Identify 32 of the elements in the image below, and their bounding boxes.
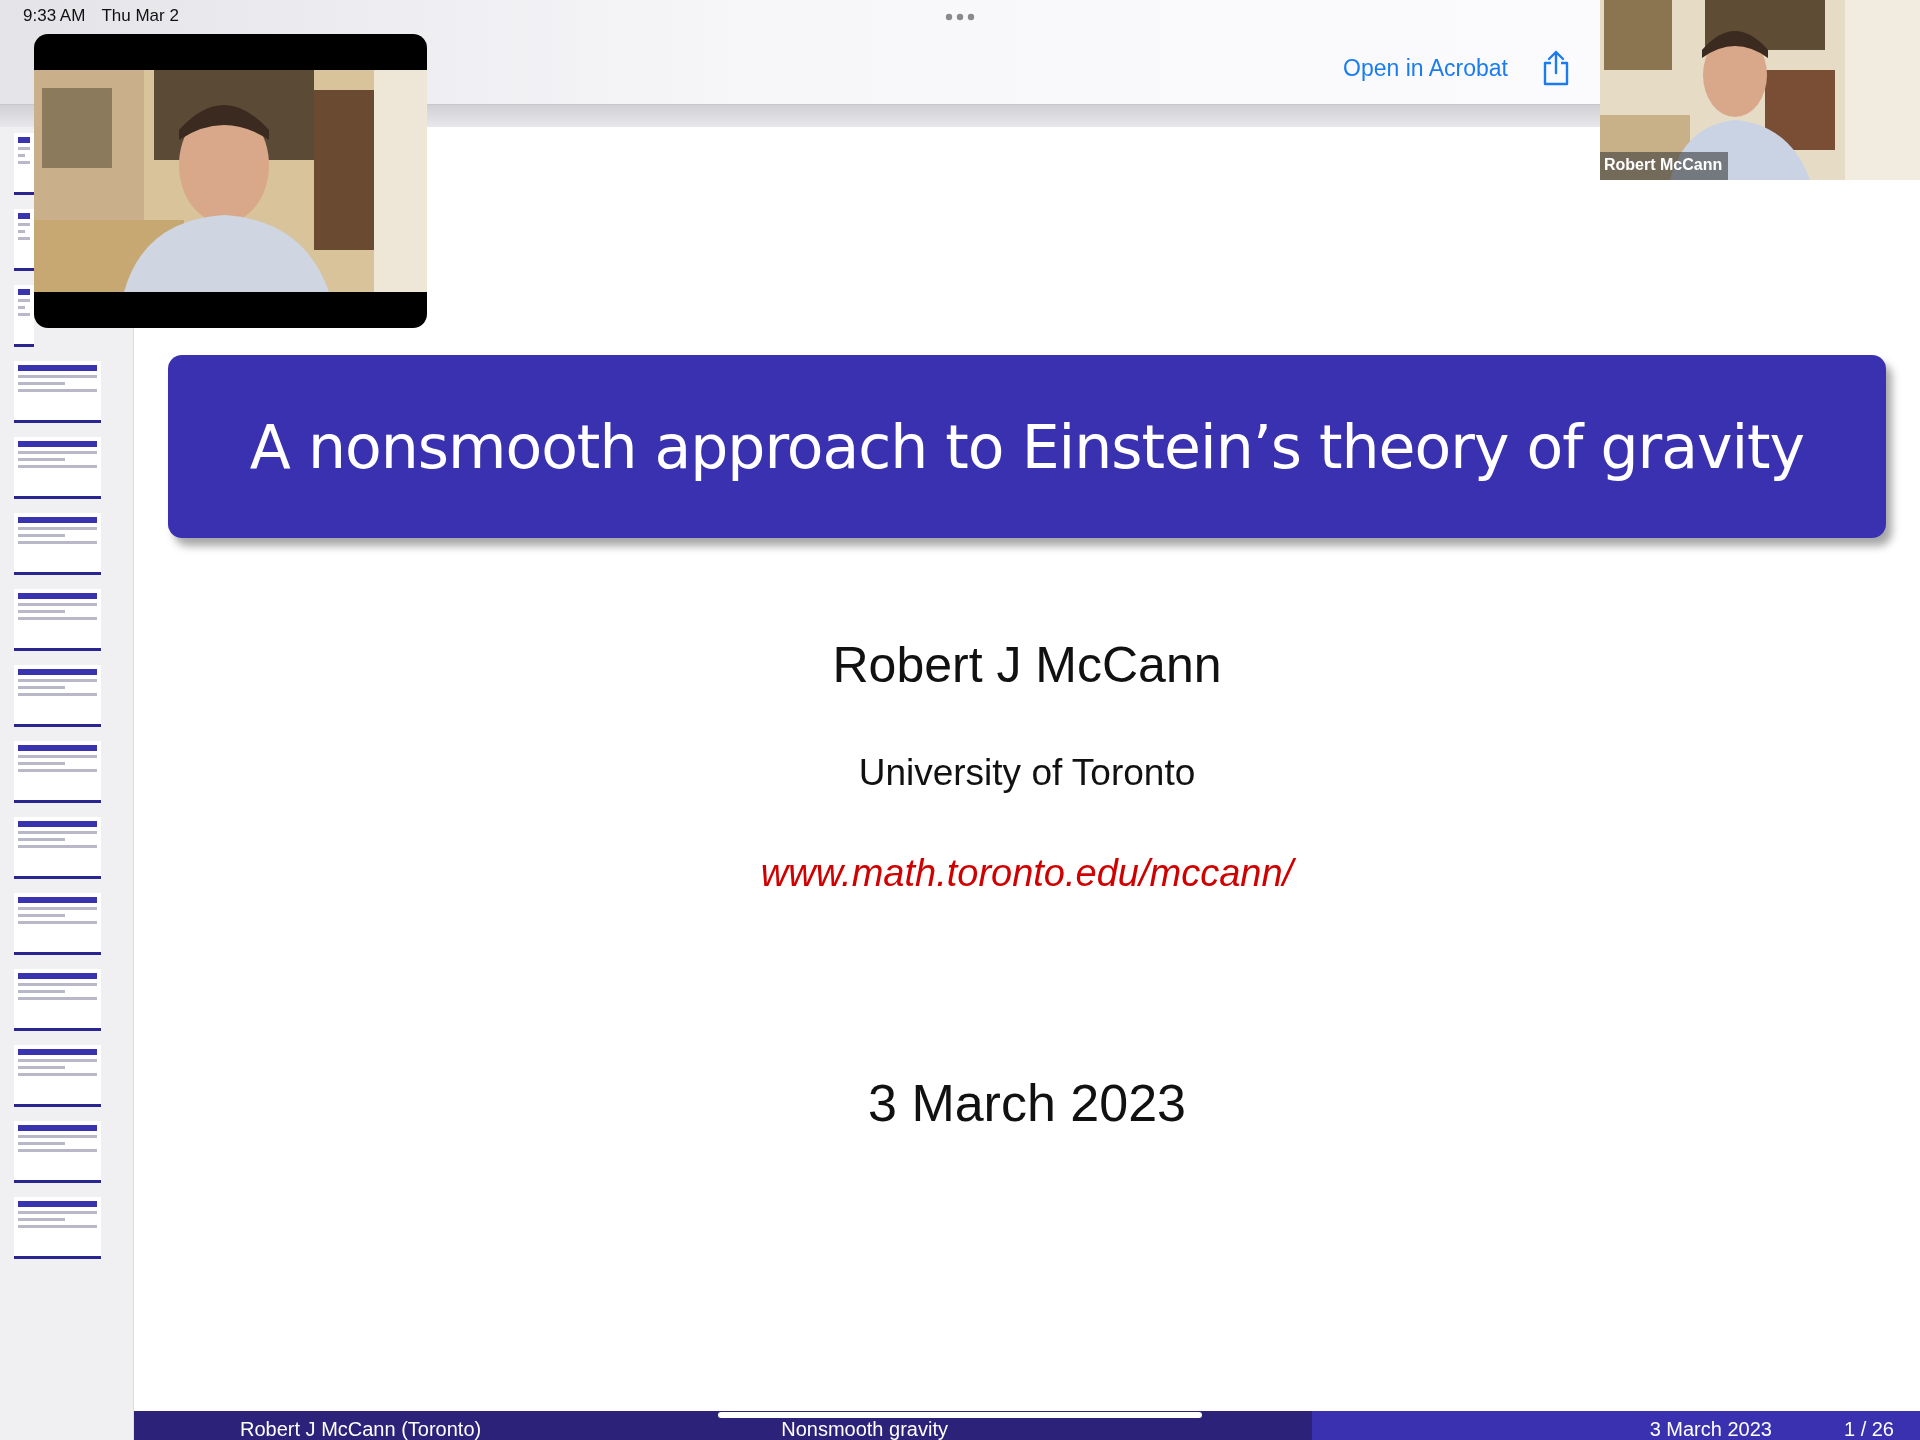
page-thumbnail[interactable] xyxy=(14,133,34,195)
page-thumbnail[interactable] xyxy=(14,513,101,575)
page-thumbnail[interactable] xyxy=(14,589,101,651)
page-thumbnail[interactable] xyxy=(14,1197,101,1259)
participant-name: Robert McCann xyxy=(1600,152,1729,180)
slide-date: 3 March 2023 xyxy=(868,1073,1186,1133)
share-icon[interactable] xyxy=(1542,50,1570,86)
page-thumbnail[interactable] xyxy=(14,361,101,423)
page-thumbnail[interactable] xyxy=(14,817,101,879)
page-thumbnail[interactable] xyxy=(14,1121,101,1183)
footer-title: Nonsmooth gravity xyxy=(781,1418,948,1440)
slide-title: A nonsmooth approach to Einstein’s theory of gravity xyxy=(249,411,1805,482)
page-thumbnail[interactable] xyxy=(14,209,34,271)
page-thumbnail[interactable] xyxy=(14,437,101,499)
slide-url[interactable]: www.math.toronto.edu/mccann/ xyxy=(760,852,1294,895)
video-window[interactable] xyxy=(34,34,427,328)
video-tile[interactable]: Robert McCann xyxy=(1600,0,1920,180)
status-date: Thu Mar 2 xyxy=(101,6,179,26)
footer-author: Robert J McCann (Toronto) xyxy=(240,1418,482,1440)
page-thumbnail[interactable] xyxy=(14,285,34,347)
footer-page: 1 / 26 xyxy=(1843,1418,1894,1440)
slide-affiliation: University of Toronto xyxy=(858,752,1196,794)
more-dots-icon[interactable] xyxy=(945,13,975,21)
slide-author: Robert J McCann xyxy=(832,636,1222,694)
page-thumbnail[interactable] xyxy=(14,665,101,727)
page-thumbnail[interactable] xyxy=(14,741,101,803)
status-time: 9:33 AM xyxy=(23,6,86,26)
open-in-acrobat-button[interactable]: Open in Acrobat xyxy=(1343,54,1508,82)
page-thumbnail[interactable] xyxy=(14,893,101,955)
page-thumbnail[interactable] xyxy=(14,969,101,1031)
page-thumbnail[interactable] xyxy=(14,1045,101,1107)
footer-date: 3 March 2023 xyxy=(1649,1418,1772,1440)
